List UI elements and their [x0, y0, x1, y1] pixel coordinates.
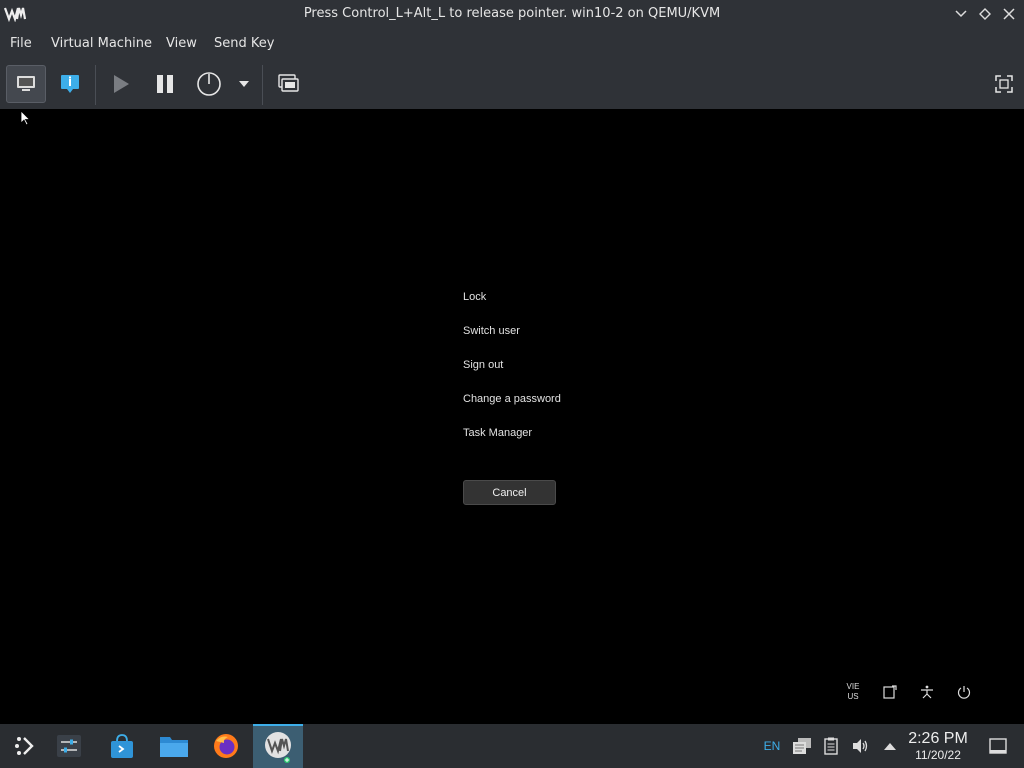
network-icon — [883, 685, 897, 699]
guest-language-primary: VIE — [846, 682, 860, 691]
power-icon — [957, 686, 971, 699]
fullscreen-button[interactable] — [990, 71, 1018, 97]
power-button[interactable] — [192, 65, 226, 103]
option-task-manager[interactable]: Task Manager — [463, 427, 532, 439]
mouse-cursor-icon — [20, 110, 31, 126]
file-manager-icon — [160, 737, 188, 757]
snapshots-button[interactable] — [270, 65, 306, 103]
option-switch-user[interactable]: Switch user — [463, 325, 520, 337]
menu-view[interactable]: View — [166, 36, 197, 51]
console-button[interactable] — [6, 65, 46, 103]
power-menu-chevron-icon — [239, 81, 249, 87]
close-icon[interactable] — [1000, 5, 1018, 23]
discover-store-button[interactable] — [97, 724, 147, 768]
expand-tray-icon — [884, 743, 896, 750]
cancel-button[interactable]: Cancel — [463, 480, 556, 505]
guest-language-indicator: VIE US — [847, 682, 860, 702]
discover-store-icon — [111, 734, 133, 758]
pause-button[interactable] — [148, 65, 182, 103]
window-title: Press Control_L+Alt_L to release pointer… — [303, 6, 721, 21]
firefox-icon — [214, 734, 238, 758]
option-change-password[interactable]: Change a password — [463, 393, 561, 405]
show-desktop-button[interactable] — [986, 724, 1010, 768]
volume-icon — [853, 739, 868, 753]
virt-manager-taskbar-button[interactable] — [253, 724, 303, 768]
clock-date: 11/20/22 — [915, 748, 961, 762]
notes-button[interactable] — [820, 724, 842, 768]
virt-manager-icon — [265, 732, 291, 763]
option-sign-out[interactable]: Sign out — [463, 359, 503, 371]
volume-button[interactable] — [850, 724, 872, 768]
fullscreen-icon — [995, 75, 1013, 93]
clock-time: 2:26 PM — [908, 730, 968, 747]
pause-icon — [157, 75, 173, 93]
menu-virtual-machine[interactable]: Virtual Machine — [51, 36, 152, 51]
file-manager-button[interactable] — [149, 724, 199, 768]
accessibility-icon — [921, 685, 933, 699]
menubar: File Virtual Machine View Send Key — [0, 29, 1024, 59]
application-launcher-icon — [15, 737, 34, 755]
clipboard-icon — [793, 738, 811, 754]
clipboard-button[interactable] — [790, 724, 814, 768]
keyboard-layout-button[interactable]: EN — [760, 724, 784, 768]
details-icon — [61, 75, 79, 93]
notes-icon — [824, 737, 838, 755]
window-titlebar[interactable]: Press Control_L+Alt_L to release pointer… — [0, 0, 1024, 29]
power-icon — [197, 72, 221, 96]
application-launcher-button[interactable] — [0, 724, 50, 768]
toolbar-separator — [262, 65, 263, 105]
console-icon — [17, 76, 35, 91]
guest-power-button[interactable] — [954, 681, 974, 703]
keyboard-layout-label: EN — [763, 739, 781, 753]
guest-language-button[interactable]: VIE US — [840, 679, 866, 705]
maximize-icon[interactable] — [976, 5, 994, 23]
details-button[interactable] — [52, 65, 88, 103]
toolbar-separator — [95, 65, 96, 105]
host-taskbar: EN 2:26 PM 11/20/22 — [0, 724, 1024, 768]
vm-display[interactable]: Lock Switch user Sign out Change a passw… — [0, 109, 1024, 724]
run-button[interactable] — [104, 65, 138, 103]
option-lock[interactable]: Lock — [463, 291, 486, 303]
system-settings-button[interactable] — [44, 724, 94, 768]
show-desktop-icon — [989, 738, 1007, 754]
clock[interactable]: 2:26 PM 11/20/22 — [900, 730, 976, 762]
guest-network-button[interactable] — [880, 681, 900, 703]
firefox-button[interactable] — [201, 724, 251, 768]
guest-accessibility-button[interactable] — [917, 681, 937, 703]
power-menu-button[interactable] — [234, 65, 254, 103]
menu-send-key[interactable]: Send Key — [214, 36, 274, 51]
run-icon — [114, 75, 129, 93]
guest-language-secondary: US — [847, 692, 859, 701]
snapshots-icon — [278, 74, 299, 92]
minimize-icon[interactable] — [952, 5, 970, 23]
menu-file[interactable]: File — [10, 36, 32, 51]
system-settings-icon — [57, 735, 81, 757]
expand-tray-button[interactable] — [880, 724, 900, 768]
toolbar — [0, 59, 1024, 109]
